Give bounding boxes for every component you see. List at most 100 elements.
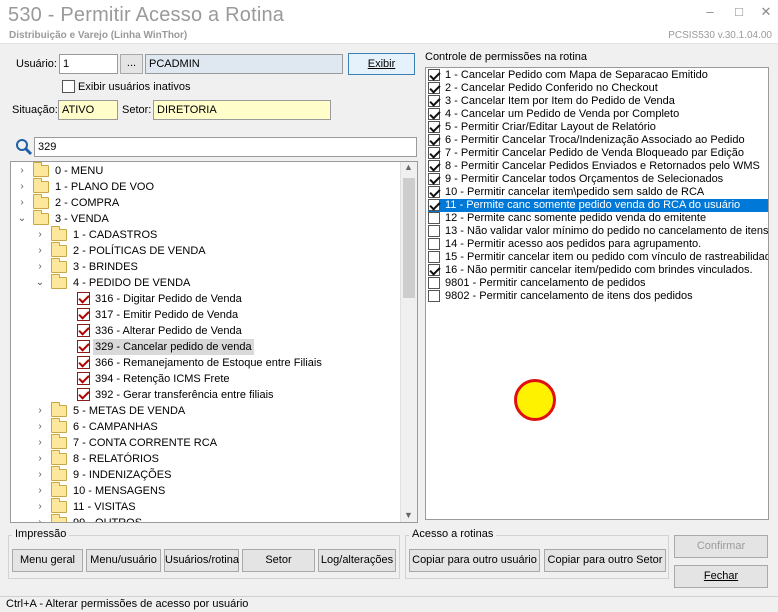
- permission-item[interactable]: 2 - Cancelar Pedido Conferido no Checkou…: [428, 82, 768, 95]
- tree-scrollbar[interactable]: ▲ ▼: [400, 162, 417, 522]
- permission-item[interactable]: 15 - Permitir cancelar item ou pedido co…: [428, 251, 768, 264]
- chevron-down-icon[interactable]: ⌄: [17, 211, 27, 227]
- user-lookup-button[interactable]: ...: [120, 54, 143, 74]
- permission-item[interactable]: 13 - Não validar valor mínimo do pedido …: [428, 225, 768, 238]
- permission-checkbox[interactable]: [428, 290, 440, 302]
- permission-checkbox[interactable]: [428, 147, 440, 159]
- search-input[interactable]: 329: [34, 137, 417, 157]
- tree-node[interactable]: ⌄ 3 - VENDA: [11, 210, 401, 227]
- minimize-icon[interactable]: –: [697, 2, 723, 24]
- permission-checkbox[interactable]: [428, 212, 440, 224]
- chevron-right-icon[interactable]: ›: [35, 243, 45, 259]
- tree-node[interactable]: 316 - Digitar Pedido de Venda: [11, 291, 401, 307]
- permission-item[interactable]: 12 - Permite canc somente pedido venda d…: [428, 212, 768, 225]
- log-changes-button[interactable]: Log/alterações: [318, 549, 396, 572]
- tree-item-checkbox[interactable]: [77, 372, 90, 385]
- tree-node[interactable]: › 6 - CAMPANHAS: [11, 418, 401, 435]
- permission-checkbox[interactable]: [428, 277, 440, 289]
- permission-item[interactable]: 9801 - Permitir cancelamento de pedidos: [428, 277, 768, 290]
- permission-item[interactable]: 4 - Cancelar um Pedido de Venda por Comp…: [428, 108, 768, 121]
- sector-button[interactable]: Setor: [242, 549, 315, 572]
- tree-item-checkbox[interactable]: [77, 324, 90, 337]
- close-button[interactable]: Fechar: [674, 565, 768, 588]
- permission-item[interactable]: 16 - Não permitir cancelar item/pedido c…: [428, 264, 768, 277]
- chevron-right-icon[interactable]: ›: [17, 179, 27, 195]
- tree-node[interactable]: 392 - Gerar transferência entre filiais: [11, 387, 401, 403]
- tree-item-checkbox[interactable]: [77, 308, 90, 321]
- permission-item[interactable]: 11 - Permite canc somente pedido venda d…: [428, 199, 768, 212]
- permission-checkbox[interactable]: [428, 173, 440, 185]
- permission-checkbox[interactable]: [428, 95, 440, 107]
- permission-item[interactable]: 6 - Permitir Cancelar Troca/Indenização …: [428, 134, 768, 147]
- copy-to-sector-button[interactable]: Copiar para outro Setor: [544, 549, 666, 572]
- tree-node[interactable]: › 2 - COMPRA: [11, 194, 401, 211]
- routine-tree[interactable]: › 0 - MENU › 1 - PLANO DE VOO › 2 - COMPRA ⌄ 3 …: [10, 161, 418, 523]
- tree-node[interactable]: 329 - Cancelar pedido de venda: [11, 339, 401, 355]
- tree-node[interactable]: ⌄ 4 - PEDIDO DE VENDA: [11, 274, 401, 291]
- tree-node[interactable]: › 11 - VISITAS: [11, 498, 401, 515]
- tree-item-checkbox[interactable]: [77, 388, 90, 401]
- permission-checkbox[interactable]: [428, 160, 440, 172]
- chevron-right-icon[interactable]: ›: [35, 483, 45, 499]
- confirm-button[interactable]: Confirmar: [674, 535, 768, 558]
- tree-node[interactable]: › 9 - INDENIZAÇÕES: [11, 466, 401, 483]
- maximize-icon[interactable]: □: [726, 2, 752, 24]
- permission-checkbox[interactable]: [428, 108, 440, 120]
- permission-checkbox[interactable]: [428, 264, 440, 276]
- inactive-users-checkbox[interactable]: [62, 80, 75, 93]
- chevron-right-icon[interactable]: ›: [35, 451, 45, 467]
- permission-item[interactable]: 1 - Cancelar Pedido com Mapa de Separaca…: [428, 69, 768, 82]
- chevron-right-icon[interactable]: ›: [35, 259, 45, 275]
- permission-checkbox[interactable]: [428, 251, 440, 263]
- users-routine-button[interactable]: Usuários/rotina: [164, 549, 239, 572]
- permission-item[interactable]: 5 - Permitir Criar/Editar Layout de Rela…: [428, 121, 768, 134]
- permission-checkbox[interactable]: [428, 225, 440, 237]
- chevron-right-icon[interactable]: ›: [35, 403, 45, 419]
- menu-user-button[interactable]: Menu/usuário: [86, 549, 161, 572]
- chevron-right-icon[interactable]: ›: [35, 499, 45, 515]
- chevron-right-icon[interactable]: ›: [35, 435, 45, 451]
- permission-checkbox[interactable]: [428, 69, 440, 81]
- tree-node[interactable]: › 7 - CONTA CORRENTE RCA: [11, 434, 401, 451]
- permission-checkbox[interactable]: [428, 134, 440, 146]
- permission-item[interactable]: 9 - Permitir Cancelar todos Orçamentos d…: [428, 173, 768, 186]
- scroll-down-icon[interactable]: ▼: [404, 510, 413, 520]
- tree-node[interactable]: › 0 - MENU: [11, 162, 401, 179]
- chevron-down-icon[interactable]: ⌄: [35, 275, 45, 291]
- tree-node[interactable]: › 8 - RELATÓRIOS: [11, 450, 401, 467]
- tree-node[interactable]: › 5 - METAS DE VENDA: [11, 402, 401, 419]
- permissions-list[interactable]: 1 - Cancelar Pedido com Mapa de Separaca…: [425, 67, 769, 520]
- tree-node[interactable]: 336 - Alterar Pedido de Venda: [11, 323, 401, 339]
- permission-item[interactable]: 10 - Permitir cancelar item\pedido sem s…: [428, 186, 768, 199]
- chevron-right-icon[interactable]: ›: [35, 515, 45, 522]
- show-button[interactable]: Exibir: [348, 53, 415, 75]
- tree-node[interactable]: › 10 - MENSAGENS: [11, 482, 401, 499]
- chevron-right-icon[interactable]: ›: [35, 419, 45, 435]
- copy-to-user-button[interactable]: Copiar para outro usuário: [409, 549, 540, 572]
- permission-item[interactable]: 7 - Permitir Cancelar Pedido de Venda Bl…: [428, 147, 768, 160]
- tree-scroll-thumb[interactable]: [403, 178, 415, 298]
- tree-node[interactable]: › 1 - CADASTROS: [11, 226, 401, 243]
- permission-item[interactable]: 8 - Permitir Cancelar Pedidos Enviados e…: [428, 160, 768, 173]
- permission-checkbox[interactable]: [428, 199, 440, 211]
- permission-item[interactable]: 14 - Permitir acesso aos pedidos para ag…: [428, 238, 768, 251]
- permission-checkbox[interactable]: [428, 186, 440, 198]
- inactive-users-check[interactable]: [62, 80, 75, 93]
- user-code-input[interactable]: 1: [59, 54, 118, 74]
- tree-node[interactable]: 366 - Remanejamento de Estoque entre Fil…: [11, 355, 401, 371]
- tree-item-checkbox[interactable]: [77, 340, 90, 353]
- chevron-right-icon[interactable]: ›: [17, 163, 27, 179]
- chevron-right-icon[interactable]: ›: [35, 467, 45, 483]
- permission-item[interactable]: 9802 - Permitir cancelamento de itens do…: [428, 290, 768, 303]
- close-icon[interactable]: ✕: [753, 2, 778, 24]
- tree-node[interactable]: 317 - Emitir Pedido de Venda: [11, 307, 401, 323]
- scroll-up-icon[interactable]: ▲: [404, 162, 413, 172]
- permission-checkbox[interactable]: [428, 82, 440, 94]
- chevron-right-icon[interactable]: ›: [35, 227, 45, 243]
- permission-item[interactable]: 3 - Cancelar Item por Item do Pedido de …: [428, 95, 768, 108]
- tree-item-checkbox[interactable]: [77, 292, 90, 305]
- chevron-right-icon[interactable]: ›: [17, 195, 27, 211]
- tree-node[interactable]: › 2 - POLÍTICAS DE VENDA: [11, 242, 401, 259]
- tree-node[interactable]: › 3 - BRINDES: [11, 258, 401, 275]
- menu-general-button[interactable]: Menu geral: [12, 549, 83, 572]
